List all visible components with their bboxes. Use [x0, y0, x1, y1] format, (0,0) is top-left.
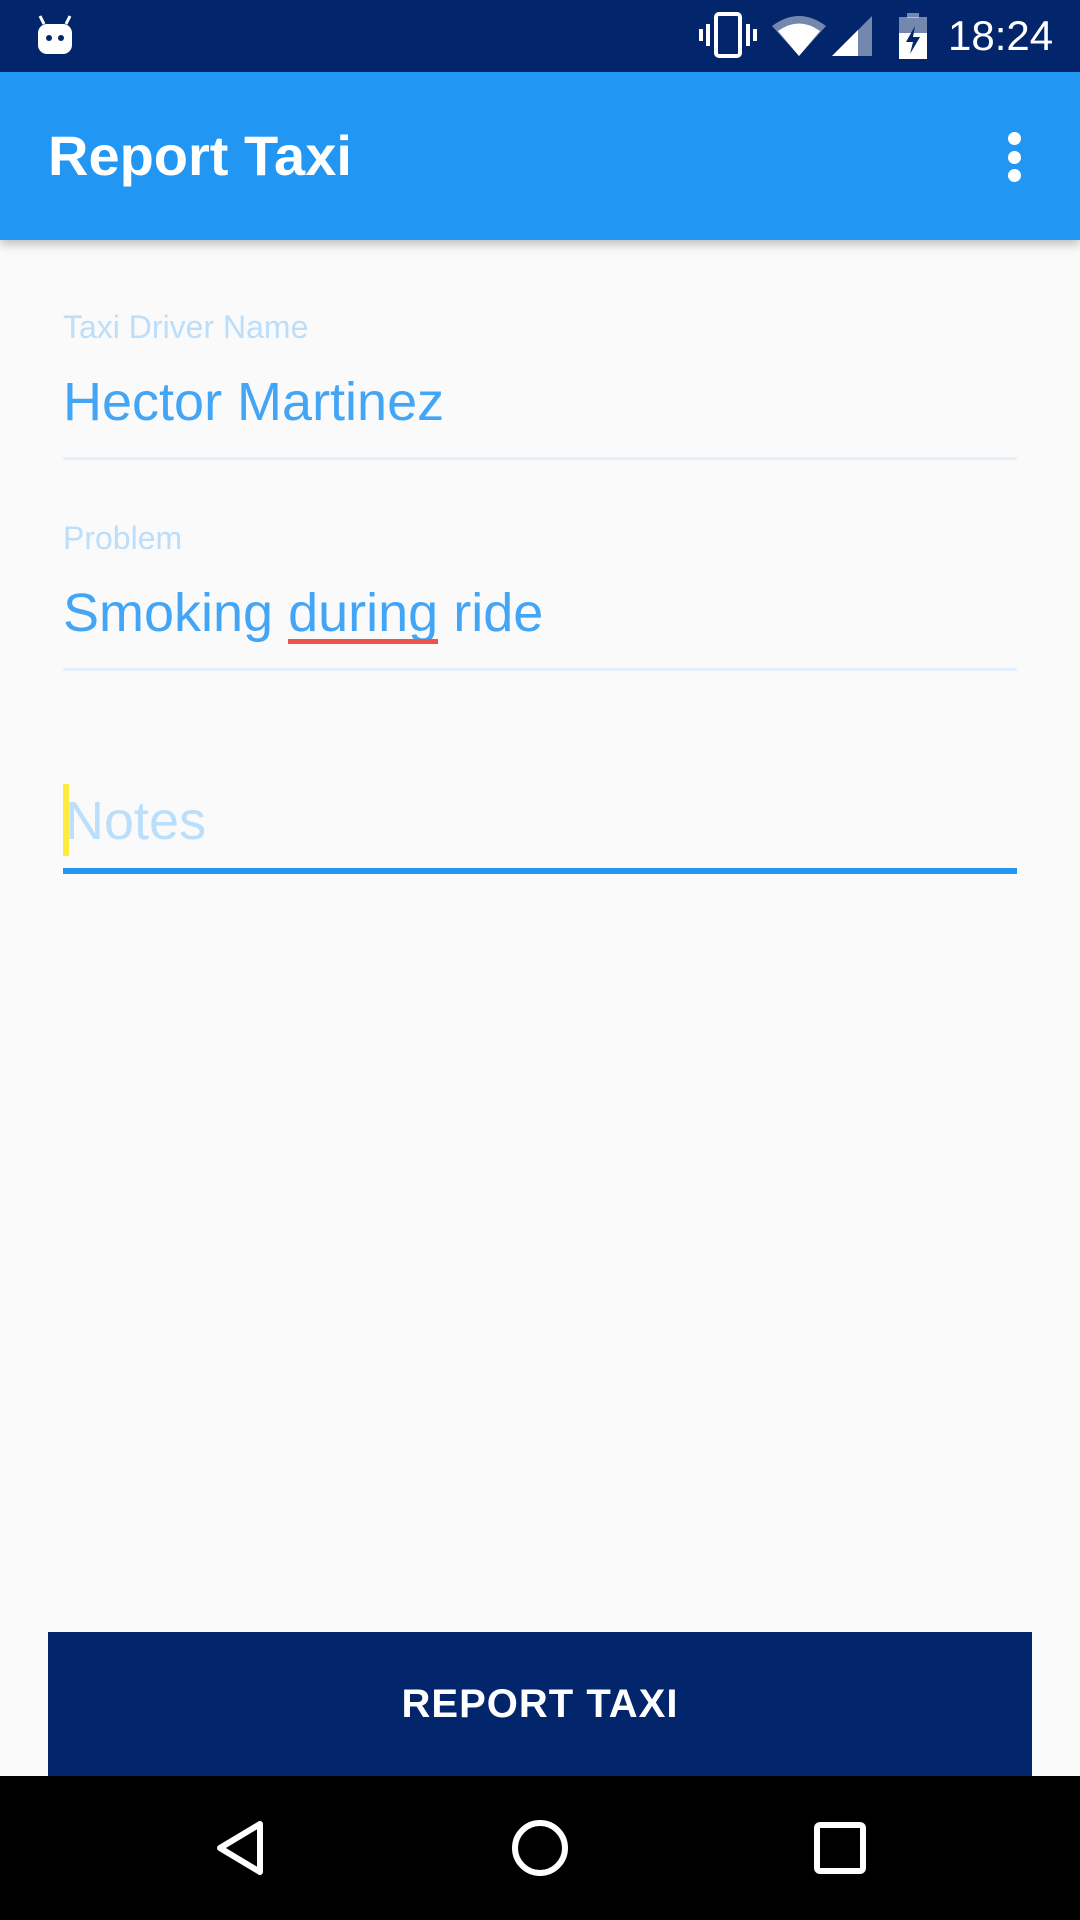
problem-underline — [63, 668, 1017, 671]
navigation-bar — [0, 1776, 1080, 1920]
recents-button[interactable] — [804, 1812, 876, 1884]
android-notification-icon — [38, 15, 72, 54]
vibrate-icon — [699, 12, 757, 58]
wifi-icon — [772, 16, 826, 56]
text-cursor — [63, 784, 69, 856]
driver-name-label: Taxi Driver Name — [63, 309, 309, 345]
report-taxi-button[interactable]: REPORT TAXI — [48, 1632, 1032, 1776]
problem-field[interactable]: Problem Smoking during ride — [63, 518, 1017, 671]
page-title: Report Taxi — [48, 124, 352, 187]
driver-name-field[interactable]: Taxi Driver Name Hector Martinez — [63, 307, 1017, 460]
home-icon — [512, 1820, 568, 1876]
back-icon — [217, 1821, 263, 1875]
problem-label: Problem — [63, 520, 183, 556]
status-bar: 18:24 — [0, 0, 1080, 72]
back-button[interactable] — [204, 1812, 276, 1884]
battery-charging-icon — [899, 13, 927, 59]
notes-input[interactable] — [63, 784, 1017, 858]
more-vert-icon — [1007, 132, 1021, 145]
cell-signal-icon — [832, 16, 872, 56]
problem-value[interactable]: Smoking during ride — [63, 578, 1017, 648]
problem-text-after: ride — [438, 583, 544, 643]
app-bar: Report Taxi — [0, 72, 1080, 240]
spellcheck-word[interactable]: during — [288, 578, 439, 648]
screen: 18:24 Report Taxi Taxi Driver Name Hecto… — [0, 0, 1080, 1920]
driver-name-underline — [63, 457, 1017, 460]
recents-icon — [814, 1822, 866, 1874]
notes-field[interactable] — [63, 784, 1017, 874]
driver-name-value[interactable]: Hector Martinez — [63, 367, 1017, 437]
problem-text-before: Smoking — [63, 583, 289, 643]
more-options-button[interactable] — [986, 126, 1042, 188]
status-time: 18:24 — [948, 12, 1054, 59]
notes-underline — [63, 868, 1017, 874]
home-button[interactable] — [504, 1812, 576, 1884]
